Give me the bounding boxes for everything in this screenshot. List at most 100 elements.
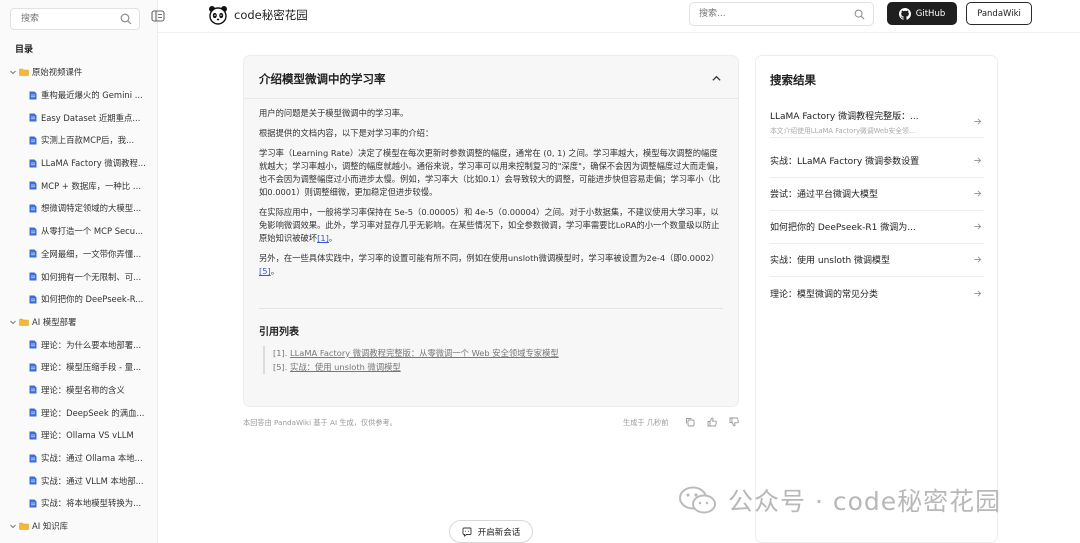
results-title: 搜索结果 bbox=[770, 73, 816, 87]
divider bbox=[244, 98, 738, 99]
sidebar-search-input[interactable] bbox=[11, 9, 111, 29]
toc-item-label: MCP + 数据库，一种比 R... bbox=[41, 180, 146, 191]
chevron-down-icon[interactable] bbox=[9, 522, 17, 530]
toc-doc-item[interactable]: 如何把你的 DeePseek-R... bbox=[0, 288, 157, 311]
result-item[interactable]: LLaMA Factory 微调教程完整版：... 本文介绍使用LLaMA Fa… bbox=[770, 109, 984, 138]
result-desc: 本文介绍使用LLaMA Factory微调Web安全领... bbox=[770, 127, 916, 135]
toc-item-label: 全网最细，一文带你弄懂... bbox=[41, 248, 142, 259]
sidebar-toggle-icon[interactable] bbox=[150, 8, 166, 24]
toc-doc-item[interactable]: LLaMA Factory 微调教程... bbox=[0, 152, 157, 175]
search-icon[interactable] bbox=[854, 9, 865, 20]
thumbs-up-icon[interactable] bbox=[707, 417, 717, 427]
divider bbox=[259, 308, 723, 309]
arrow-right-icon bbox=[974, 118, 982, 125]
thumbs-down-icon[interactable] bbox=[729, 417, 739, 427]
toc-folder[interactable]: 原始视频课件 bbox=[0, 61, 157, 84]
toc-item-label: 实战：通过 VLLM 本地部... bbox=[41, 475, 144, 486]
brand[interactable]: code秘密花园 bbox=[208, 5, 308, 25]
watermark-text: 公众号 · code秘密花园 bbox=[728, 487, 1002, 516]
reference-item[interactable]: [1]. LLaMA Factory 微调教程完整版：从零微调一个 Web 安全… bbox=[273, 346, 723, 360]
toc-item-label: 理论：为什么要本地部署... bbox=[41, 339, 142, 350]
toc-doc-item[interactable]: 理论：模型压缩手段 - 量... bbox=[0, 356, 157, 379]
answer-card: 介绍模型微调中的学习率 用户的问题是关于模型微调中的学习率。 根据提供的文档内容… bbox=[243, 55, 739, 407]
result-item[interactable]: 实战：LLaMA Factory 微调参数设置 bbox=[770, 154, 984, 178]
copy-icon[interactable] bbox=[685, 417, 695, 427]
document-icon bbox=[29, 227, 37, 236]
result-title: 实战：使用 unsloth 微调模型 bbox=[770, 256, 891, 266]
toc-doc-item[interactable]: 实战：通过 Ollama 本地... bbox=[0, 447, 157, 470]
citation-link-1[interactable]: [1] bbox=[317, 233, 329, 243]
document-icon bbox=[29, 91, 37, 100]
toc-doc-item[interactable]: 理论：Ollama VS vLLM bbox=[0, 424, 157, 447]
pandawiki-label: PandaWiki bbox=[977, 8, 1021, 19]
github-icon bbox=[898, 7, 911, 20]
toc-folder[interactable]: AI 知识库 bbox=[0, 515, 157, 538]
folder-icon bbox=[19, 69, 29, 77]
document-icon bbox=[29, 476, 37, 485]
search-icon[interactable] bbox=[120, 13, 132, 25]
document-icon bbox=[29, 272, 37, 281]
new-chat-button[interactable]: 开启新会话 bbox=[449, 520, 533, 543]
result-item[interactable]: 尝试：通过平台微调大模型 bbox=[770, 187, 984, 211]
toc-doc-item[interactable]: MCP + 数据库，一种比 R... bbox=[0, 174, 157, 197]
arrow-right-icon bbox=[974, 157, 982, 164]
chevron-down-icon[interactable] bbox=[9, 318, 17, 326]
ai-disclaimer: 本回答由 PandaWiki 基于 AI 生成，仅供参考。 bbox=[243, 418, 397, 427]
arrow-right-icon bbox=[974, 223, 982, 230]
chevron-up-icon[interactable] bbox=[711, 73, 722, 84]
toc-item-label: 如何拥有一个无限制、可... bbox=[41, 271, 142, 282]
reference-item[interactable]: [5]. 实战：使用 unsloth 微调模型 bbox=[273, 360, 723, 374]
result-item[interactable]: 理论：模型微调的常见分类 bbox=[770, 287, 984, 311]
document-icon bbox=[29, 454, 37, 463]
toc-item-label: 实测上百款MCP后，我... bbox=[41, 135, 135, 146]
search-results-panel: 搜索结果 LLaMA Factory 微调教程完整版：... 本文介绍使用LLa… bbox=[755, 55, 998, 543]
toc-doc-item[interactable]: 重构最近爆火的 Gemini ... bbox=[0, 84, 157, 107]
toc-doc-item[interactable]: 实测上百款MCP后，我... bbox=[0, 129, 157, 152]
reference-link[interactable]: 实战：使用 unsloth 微调模型 bbox=[290, 362, 401, 372]
toc-item-label: 理论：DeepSeek 的满血... bbox=[41, 407, 145, 418]
question-title: 介绍模型微调中的学习率 bbox=[259, 72, 386, 86]
chevron-down-icon[interactable] bbox=[9, 68, 17, 76]
brand-name: code秘密花园 bbox=[234, 8, 308, 22]
references-list: [1]. LLaMA Factory 微调教程完整版：从零微调一个 Web 安全… bbox=[263, 346, 723, 374]
top-search-input[interactable] bbox=[690, 3, 840, 25]
answer-text: 。 bbox=[328, 233, 338, 243]
watermark: 公众号 · code秘密花园 bbox=[678, 482, 1001, 518]
answer-text: 另外，在一些具体实践中，学习率的设置可能有所不同，例如在使用unsloth微调模… bbox=[259, 253, 720, 263]
result-item[interactable]: 如何把你的 DeePseek-R1 微调为... bbox=[770, 220, 984, 244]
toc-title: 目录 bbox=[15, 45, 34, 55]
document-icon bbox=[29, 363, 37, 372]
toc-doc-item[interactable]: 理论：模型名称的含义 bbox=[0, 379, 157, 402]
document-icon bbox=[29, 249, 37, 258]
toc-item-label: 实战：通过 Ollama 本地... bbox=[41, 453, 143, 464]
toc-doc-item[interactable]: 从零打造一个 MCP Secu... bbox=[0, 220, 157, 243]
toc-doc-item[interactable]: 全网最细，一文带你弄懂... bbox=[0, 243, 157, 266]
reference-number: [1]. bbox=[273, 348, 288, 358]
pandawiki-button[interactable]: PandaWiki bbox=[966, 2, 1032, 25]
github-button[interactable]: GitHub bbox=[887, 2, 957, 25]
document-icon bbox=[29, 295, 37, 304]
toc-doc-item[interactable]: Easy Dataset 近期重点... bbox=[0, 106, 157, 129]
toc-item-label: 理论：模型压缩手段 - 量... bbox=[41, 362, 142, 373]
result-item[interactable]: 实战：使用 unsloth 微调模型 bbox=[770, 253, 984, 277]
toc-doc-item[interactable]: 理论：为什么要本地部署... bbox=[0, 333, 157, 356]
folder-icon bbox=[19, 522, 29, 530]
toc-folder[interactable]: AI 模型部署 bbox=[0, 311, 157, 334]
toc-doc-item[interactable]: 理论：DeepSeek 的满血... bbox=[0, 401, 157, 424]
toc-doc-item[interactable]: 实战：通过 VLLM 本地部... bbox=[0, 469, 157, 492]
citation-link-5[interactable]: [5] bbox=[259, 266, 271, 276]
sidebar-search[interactable] bbox=[10, 8, 140, 30]
top-search[interactable] bbox=[689, 2, 874, 26]
document-icon bbox=[29, 159, 37, 168]
new-chat-label: 开启新会话 bbox=[477, 527, 521, 538]
reference-link[interactable]: LLaMA Factory 微调教程完整版：从零微调一个 Web 安全领域专家模… bbox=[290, 348, 559, 358]
toc-doc-item[interactable]: 实战：将本地模型转换为... bbox=[0, 492, 157, 515]
toc-item-label: 原始视频课件 bbox=[32, 67, 83, 78]
answer-text: 。 bbox=[270, 266, 280, 276]
result-title: 理论：模型微调的常见分类 bbox=[770, 290, 879, 300]
toc-doc-item[interactable]: 如何拥有一个无限制、可... bbox=[0, 265, 157, 288]
document-icon bbox=[29, 408, 37, 417]
answer-paragraph: 学习率（Learning Rate）决定了模型在每次更新时参数调整的幅度，通常在… bbox=[259, 148, 723, 197]
result-title: LLaMA Factory 微调教程完整版：... bbox=[770, 112, 919, 122]
toc-doc-item[interactable]: 想微调特定领域的大模型... bbox=[0, 197, 157, 220]
